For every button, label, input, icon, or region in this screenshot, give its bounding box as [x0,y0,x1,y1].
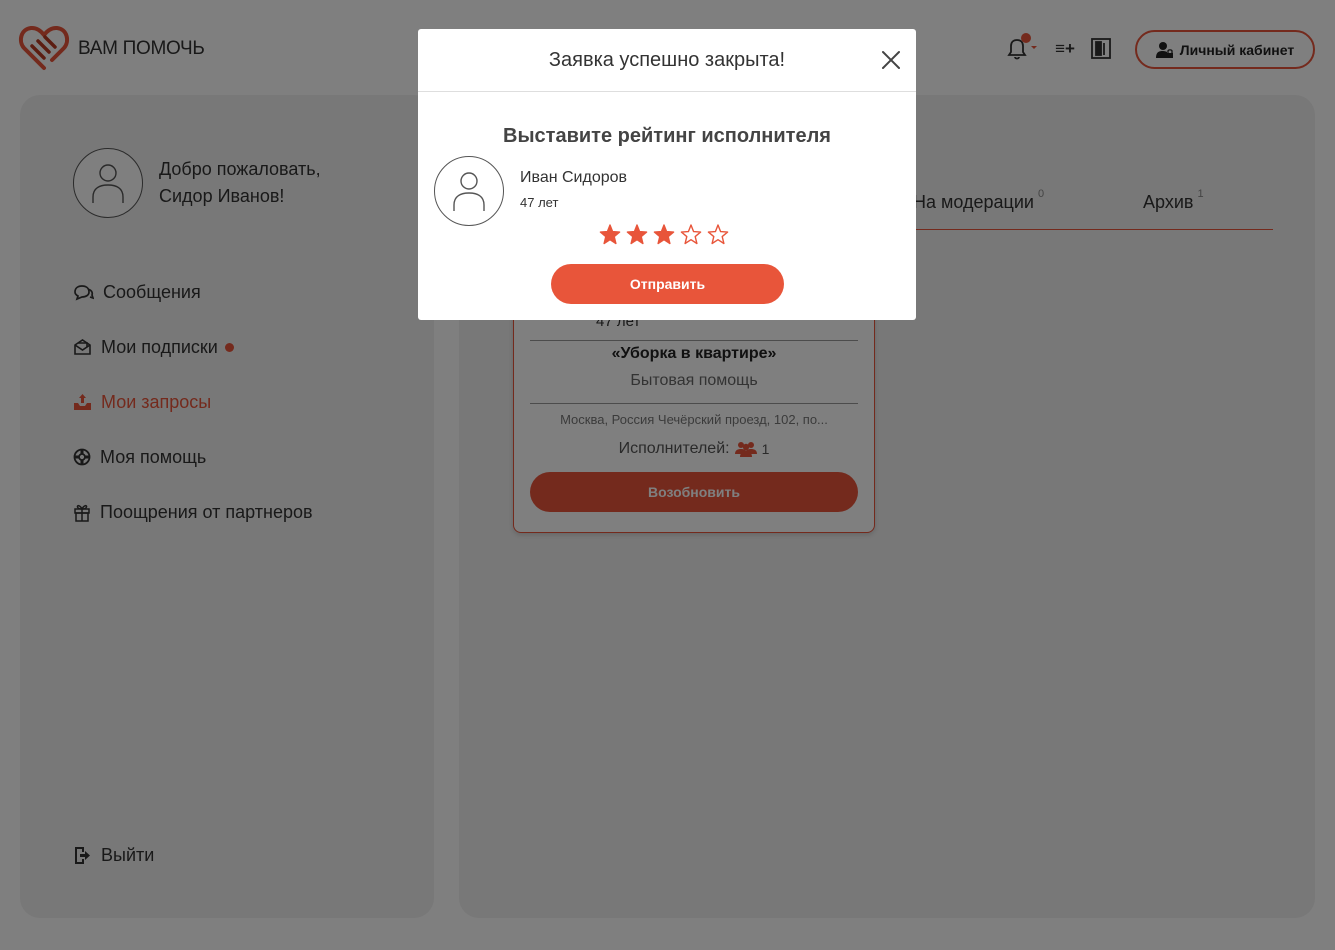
modal-subtitle: Выставите рейтинг исполнителя [503,125,831,147]
star-filled-icon[interactable] [625,223,649,252]
modal-title: Заявка успешно закрыта! [548,48,786,71]
modal-header: Заявка успешно закрыта! [418,29,916,92]
user-icon [453,172,485,211]
executor-avatar [434,156,504,226]
executor-name: Иван Сидоров [520,169,628,186]
star-filled-icon[interactable] [598,223,622,252]
submit-button[interactable]: Отправить [551,264,784,304]
star-empty-icon[interactable] [679,223,703,252]
star-empty-icon[interactable] [706,223,730,252]
star-filled-icon[interactable] [652,223,676,252]
close-icon[interactable] [880,49,902,71]
rating-modal: Заявка успешно закрыта! Выставите рейтин… [418,29,916,320]
executor-age: 47 лет [520,195,559,210]
star-rating[interactable] [598,223,730,252]
